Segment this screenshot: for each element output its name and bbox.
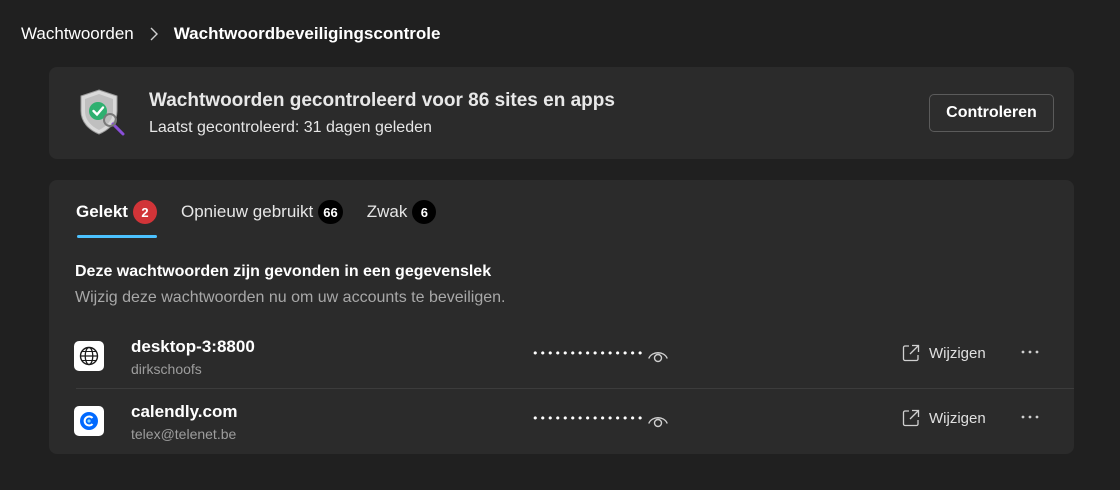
site-username: dirkschoofs xyxy=(131,361,202,377)
password-check-status-card: Wachtwoorden gecontroleerd voor 86 sites… xyxy=(49,67,1074,159)
breadcrumb: Wachtwoorden Wachtwoordbeveiligingscontr… xyxy=(21,24,440,44)
shield-check-icon xyxy=(77,87,127,137)
row-divider xyxy=(76,388,1074,389)
change-password-label: Wijzigen xyxy=(929,344,986,362)
password-mask: ••••••••••••••• xyxy=(532,347,645,360)
password-entry-row: calendly.com telex@telenet.be ••••••••••… xyxy=(49,390,1074,454)
more-options-icon[interactable] xyxy=(1017,404,1043,430)
change-password-button[interactable]: Wijzigen xyxy=(901,343,986,363)
tab-leaked[interactable]: Gelekt 2 xyxy=(76,200,157,238)
chevron-right-icon xyxy=(134,27,174,41)
tab-weak-label: Zwak xyxy=(366,202,408,221)
globe-icon xyxy=(74,341,104,371)
check-button[interactable]: Controleren xyxy=(929,94,1054,132)
tab-reused-label: Opnieuw gebruikt xyxy=(180,202,314,221)
tab-weak-count-badge: 6 xyxy=(412,200,437,224)
results-card: Gelekt 2 Opnieuw gebruikt 66 Zwak 6 Deze… xyxy=(49,180,1074,454)
site-name: desktop-3:8800 xyxy=(131,337,255,356)
status-last-checked: Laatst gecontroleerd: 31 dagen geleden xyxy=(149,119,432,136)
site-username: telex@telenet.be xyxy=(131,426,237,442)
password-mask: ••••••••••••••• xyxy=(532,412,645,425)
page-title: Wachtwoordbeveiligingscontrole xyxy=(173,24,441,43)
show-password-eye-icon[interactable] xyxy=(647,347,669,365)
change-password-button[interactable]: Wijzigen xyxy=(901,408,986,428)
breadcrumb-root-link[interactable]: Wachtwoorden xyxy=(21,24,134,44)
section-title: Deze wachtwoorden zijn gevonden in een g… xyxy=(75,263,492,280)
calendly-logo-icon xyxy=(74,406,104,436)
result-tabs: Gelekt 2 Opnieuw gebruikt 66 Zwak 6 xyxy=(76,200,460,240)
more-options-icon[interactable] xyxy=(1017,339,1043,365)
tab-reused-count-badge: 66 xyxy=(318,200,343,224)
tab-weak[interactable]: Zwak 6 xyxy=(367,200,437,224)
active-tab-indicator xyxy=(77,235,157,238)
section-subtitle: Wijzig deze wachtwoorden nu om uw accoun… xyxy=(75,289,506,306)
site-name: calendly.com xyxy=(131,402,238,421)
password-entry-row: desktop-3:8800 dirkschoofs •••••••••••••… xyxy=(49,325,1074,389)
tab-leaked-count-badge: 2 xyxy=(132,200,157,224)
external-link-icon xyxy=(902,344,920,362)
status-title: Wachtwoorden gecontroleerd voor 86 sites… xyxy=(149,90,615,111)
tab-leaked-label: Gelekt xyxy=(76,202,128,221)
change-password-label: Wijzigen xyxy=(929,409,986,427)
show-password-eye-icon[interactable] xyxy=(647,412,669,430)
external-link-icon xyxy=(902,409,920,427)
tab-reused[interactable]: Opnieuw gebruikt 66 xyxy=(181,200,343,224)
